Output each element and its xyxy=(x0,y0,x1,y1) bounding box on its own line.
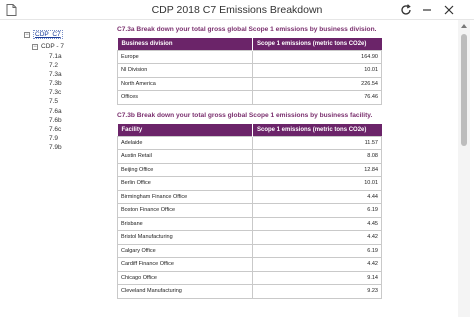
table-cell: Chicago Office xyxy=(117,270,253,285)
table-cell: 10.01 xyxy=(252,63,382,78)
division-table: Business division Scope 1 emissions (met… xyxy=(117,38,382,105)
table-cell: Berlin Office xyxy=(117,176,253,191)
table-cell: Adelaide xyxy=(117,135,253,150)
table-cell: North America xyxy=(117,76,253,91)
table-cell: 8.08 xyxy=(252,149,382,164)
table-cell: 4.45 xyxy=(252,216,382,231)
report-content: C7.3a Break down your total gross global… xyxy=(112,20,458,317)
table-cell: Offices xyxy=(117,90,253,105)
table-cell: Brisbane xyxy=(117,216,253,231)
section-heading-facility: C7.3b Break down your total gross global… xyxy=(117,112,373,119)
navigation-tree: − CDP_C7 − CDP - 7 7.1a 7.2 7.3a 7.3b 7.… xyxy=(22,28,110,317)
scroll-up-arrow-icon[interactable] xyxy=(461,24,467,28)
table-cell: Birmingham Finance Office xyxy=(117,189,253,204)
table-cell: 9.14 xyxy=(252,270,382,285)
table-header-row: Facility Scope 1 emissions (metric tons … xyxy=(117,124,382,136)
tree-leaf[interactable]: 7.2 xyxy=(49,61,62,70)
column-header: Scope 1 emissions (metric tons CO2e) xyxy=(252,124,382,136)
scrollbar-thumb[interactable] xyxy=(461,34,467,146)
table-cell: 11.57 xyxy=(252,135,382,150)
table-row: Cleveland Manufacturing 9.23 xyxy=(117,284,382,299)
table-cell: 6.19 xyxy=(252,243,382,258)
tree-leaf-list: 7.1a 7.2 7.3a 7.3b 7.3c 7.5 7.6a 7.6b 7.… xyxy=(49,52,62,152)
tree-leaf[interactable]: 7.3b xyxy=(49,79,62,88)
tree-leaf[interactable]: 7.6a xyxy=(49,107,62,116)
table-row: Berlin Office 10.01 xyxy=(117,176,382,191)
table-row: Austin Retail 8.08 xyxy=(117,149,382,164)
table-cell: 4.42 xyxy=(252,230,382,245)
table-cell: 10.01 xyxy=(252,176,382,191)
table-cell: 164.90 xyxy=(252,49,382,64)
table-row: Brisbane 4.45 xyxy=(117,216,382,231)
table-cell: 76.46 xyxy=(252,90,382,105)
tree-leaf[interactable]: 7.6b xyxy=(49,116,62,125)
table-row: Birmingham Finance Office 4.44 xyxy=(117,189,382,204)
tree-c7-label[interactable]: CDP - 7 xyxy=(41,43,64,50)
table-cell: 12.84 xyxy=(252,162,382,177)
collapse-icon[interactable]: − xyxy=(24,31,30,38)
table-cell: Bristol Manufacturing xyxy=(117,230,253,245)
table-cell: Europe xyxy=(117,49,253,64)
table-row: Bristol Manufacturing 4.42 xyxy=(117,230,382,245)
table-row: NI Division 10.01 xyxy=(117,63,382,78)
table-cell: 226.54 xyxy=(252,76,382,91)
section-heading-division: C7.3a Break down your total gross global… xyxy=(117,26,377,33)
table-row: Boston Finance Office 6.19 xyxy=(117,203,382,218)
tree-leaf[interactable]: 7.9 xyxy=(49,134,62,143)
table-row: Adelaide 11.57 xyxy=(117,135,382,150)
table-cell: Austin Retail xyxy=(117,149,253,164)
collapse-icon[interactable]: − xyxy=(32,43,38,50)
table-row: Cardiff Finance Office 4.42 xyxy=(117,257,382,272)
table-row: Chicago Office 9.14 xyxy=(117,270,382,285)
column-header: Facility xyxy=(117,124,253,136)
table-cell: Cardiff Finance Office xyxy=(117,257,253,272)
table-header-row: Business division Scope 1 emissions (met… xyxy=(117,38,382,50)
table-row: Europe 164.90 xyxy=(117,49,382,64)
tree-leaf[interactable]: 7.5 xyxy=(49,97,62,106)
tree-node-c7[interactable]: − CDP - 7 xyxy=(32,42,64,51)
column-header: Scope 1 emissions (metric tons CO2e) xyxy=(252,38,382,50)
vertical-scrollbar[interactable] xyxy=(458,20,470,317)
title-bar: CDP 2018 C7 Emissions Breakdown xyxy=(0,0,474,20)
refresh-icon[interactable] xyxy=(399,3,413,17)
table-cell: Calgary Office xyxy=(117,243,253,258)
table-cell: 4.44 xyxy=(252,189,382,204)
table-cell: 6.19 xyxy=(252,203,382,218)
facility-table: Facility Scope 1 emissions (metric tons … xyxy=(117,124,382,299)
column-header: Business division xyxy=(117,38,253,50)
close-icon[interactable] xyxy=(442,3,456,17)
table-cell: 4.42 xyxy=(252,257,382,272)
tree-root-label[interactable]: CDP_C7 xyxy=(33,30,63,39)
table-row: Offices 76.46 xyxy=(117,90,382,105)
table-row: Beijing Office 12.84 xyxy=(117,162,382,177)
tree-leaf[interactable]: 7.6c xyxy=(49,125,62,134)
table-cell: Boston Finance Office xyxy=(117,203,253,218)
table-cell: Cleveland Manufacturing xyxy=(117,284,253,299)
tree-node-root[interactable]: − CDP_C7 xyxy=(24,30,63,39)
tree-leaf[interactable]: 7.1a xyxy=(49,52,62,61)
table-row: North America 226.54 xyxy=(117,76,382,91)
table-row: Calgary Office 6.19 xyxy=(117,243,382,258)
table-cell: 9.23 xyxy=(252,284,382,299)
tree-leaf[interactable]: 7.9b xyxy=(49,143,62,152)
table-cell: Beijing Office xyxy=(117,162,253,177)
tree-leaf[interactable]: 7.3c xyxy=(49,88,62,97)
tree-leaf[interactable]: 7.3a xyxy=(49,70,62,79)
table-cell: NI Division xyxy=(117,63,253,78)
minimize-icon[interactable] xyxy=(420,3,434,17)
